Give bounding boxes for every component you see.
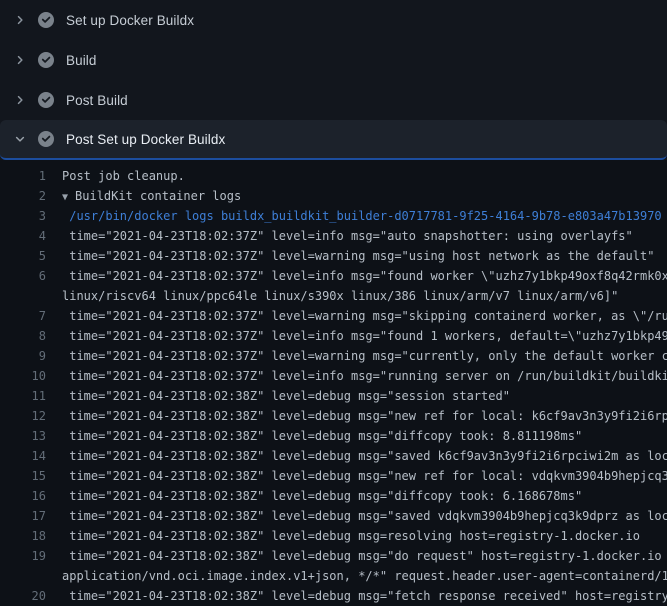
log-line-number[interactable]: 8 — [0, 326, 46, 346]
log-line-number[interactable]: 20 — [0, 586, 46, 606]
log-text: time="2021-04-23T18:02:38Z" level=debug … — [62, 546, 667, 566]
chevron-down-icon[interactable] — [12, 131, 28, 147]
log-line: 15 time="2021-04-23T18:02:38Z" level=deb… — [0, 466, 667, 486]
log-line: 9 time="2021-04-23T18:02:37Z" level=warn… — [0, 346, 667, 366]
log-line: 14 time="2021-04-23T18:02:38Z" level=deb… — [0, 446, 667, 466]
log-text: application/vnd.oci.image.index.v1+json,… — [62, 566, 667, 586]
log-group-title[interactable]: BuildKit container logs — [75, 189, 241, 203]
log-text: time="2021-04-23T18:02:38Z" level=debug … — [62, 486, 582, 506]
step-headers: Set up Docker Buildx Build Post Build Post … — [0, 0, 667, 160]
check-circle-icon — [38, 131, 54, 147]
step-header-post-build[interactable]: Post Build — [0, 80, 667, 120]
log-line: 6 time="2021-04-23T18:02:37Z" level=info… — [0, 266, 667, 286]
log-line-number[interactable]: 9 — [0, 346, 46, 366]
chevron-right-icon[interactable] — [12, 52, 28, 68]
log-line-number[interactable]: 6 — [0, 266, 46, 286]
log-line-number[interactable]: 4 — [0, 226, 46, 246]
check-circle-icon — [38, 52, 54, 68]
step-header-set-up-docker-buildx[interactable]: Set up Docker Buildx — [0, 0, 667, 40]
log-line-number[interactable]: 10 — [0, 366, 46, 386]
log-line: 5 time="2021-04-23T18:02:37Z" level=warn… — [0, 246, 667, 266]
log-line: 18 time="2021-04-23T18:02:38Z" level=deb… — [0, 526, 667, 546]
log-line-number[interactable]: 11 — [0, 386, 46, 406]
log-text: time="2021-04-23T18:02:38Z" level=debug … — [62, 426, 582, 446]
log-line: 13 time="2021-04-23T18:02:38Z" level=deb… — [0, 426, 667, 446]
log-line-continuation: linux/riscv64 linux/ppc64le linux/s390x … — [0, 286, 667, 306]
log-text: time="2021-04-23T18:02:38Z" level=debug … — [62, 586, 667, 606]
log-line-number[interactable]: 7 — [0, 306, 46, 326]
log-line: 17 time="2021-04-23T18:02:38Z" level=deb… — [0, 506, 667, 526]
log-line: 20 time="2021-04-23T18:02:38Z" level=deb… — [0, 586, 667, 606]
log-line: 2 ▼ BuildKit container logs — [0, 186, 667, 206]
log-text: time="2021-04-23T18:02:38Z" level=debug … — [62, 386, 510, 406]
log-line-number[interactable]: 15 — [0, 466, 46, 486]
log-line-number[interactable]: 17 — [0, 506, 46, 526]
log-text: time="2021-04-23T18:02:38Z" level=debug … — [62, 506, 667, 526]
log-line: 3 /usr/bin/docker logs buildx_buildkit_b… — [0, 206, 667, 226]
log-line: 12 time="2021-04-23T18:02:38Z" level=deb… — [0, 406, 667, 426]
check-circle-icon — [38, 92, 54, 108]
log-text: time="2021-04-23T18:02:37Z" level=info m… — [62, 326, 667, 346]
check-circle-icon — [38, 12, 54, 28]
log-text: time="2021-04-23T18:02:37Z" level=info m… — [62, 366, 667, 386]
step-label: Post Build — [66, 93, 128, 108]
log-line-number[interactable]: 3 — [0, 206, 46, 226]
log-line: 7 time="2021-04-23T18:02:37Z" level=warn… — [0, 306, 667, 326]
log-text: time="2021-04-23T18:02:38Z" level=debug … — [62, 446, 667, 466]
log-text: time="2021-04-23T18:02:37Z" level=warnin… — [62, 306, 667, 326]
log-text: Post job cleanup. — [62, 166, 185, 186]
log-line: 16 time="2021-04-23T18:02:38Z" level=deb… — [0, 486, 667, 506]
log-text: time="2021-04-23T18:02:37Z" level=info m… — [62, 266, 667, 286]
log-line: 1 Post job cleanup. — [0, 166, 667, 186]
log-line: 19 time="2021-04-23T18:02:38Z" level=deb… — [0, 546, 667, 566]
step-label: Set up Docker Buildx — [66, 13, 194, 28]
log-line-number[interactable]: 13 — [0, 426, 46, 446]
step-log-output: 1 Post job cleanup. 2 ▼ BuildKit container l… — [0, 160, 667, 606]
log-line: 10 time="2021-04-23T18:02:37Z" level=inf… — [0, 366, 667, 386]
log-line-number[interactable]: 1 — [0, 166, 46, 186]
log-text: time="2021-04-23T18:02:38Z" level=debug … — [62, 466, 667, 486]
log-line-number[interactable]: 2 — [0, 186, 46, 206]
log-line-number[interactable]: 19 — [0, 546, 46, 566]
log-line-number[interactable]: 16 — [0, 486, 46, 506]
log-text: time="2021-04-23T18:02:38Z" level=debug … — [62, 526, 640, 546]
log-text: ▼ BuildKit container logs — [62, 186, 241, 208]
log-line-number[interactable]: 5 — [0, 246, 46, 266]
log-text: time="2021-04-23T18:02:37Z" level=warnin… — [62, 246, 654, 266]
log-text: linux/riscv64 linux/ppc64le linux/s390x … — [62, 286, 618, 306]
step-header-build[interactable]: Build — [0, 40, 667, 80]
log-line-number[interactable]: 12 — [0, 406, 46, 426]
job-steps-list: Set up Docker Buildx Build Post Build Post … — [0, 0, 667, 606]
log-line-number[interactable]: 18 — [0, 526, 46, 546]
log-line: 8 time="2021-04-23T18:02:37Z" level=info… — [0, 326, 667, 346]
log-text: time="2021-04-23T18:02:37Z" level=warnin… — [62, 346, 667, 366]
step-label: Post Set up Docker Buildx — [66, 132, 225, 147]
log-command-text: /usr/bin/docker logs buildx_buildkit_bui… — [62, 206, 662, 226]
log-line: 11 time="2021-04-23T18:02:38Z" level=deb… — [0, 386, 667, 406]
chevron-right-icon[interactable] — [12, 92, 28, 108]
log-group-toggle-icon[interactable]: ▼ — [62, 192, 68, 203]
step-header-post-set-up-docker-buildx[interactable]: Post Set up Docker Buildx — [0, 120, 667, 160]
chevron-right-icon[interactable] — [12, 12, 28, 28]
log-line-continuation: application/vnd.oci.image.index.v1+json,… — [0, 566, 667, 586]
log-line-number[interactable]: 14 — [0, 446, 46, 466]
log-text: time="2021-04-23T18:02:37Z" level=info m… — [62, 226, 633, 246]
log-line: 4 time="2021-04-23T18:02:37Z" level=info… — [0, 226, 667, 246]
log-text: time="2021-04-23T18:02:38Z" level=debug … — [62, 406, 667, 426]
step-label: Build — [66, 53, 97, 68]
